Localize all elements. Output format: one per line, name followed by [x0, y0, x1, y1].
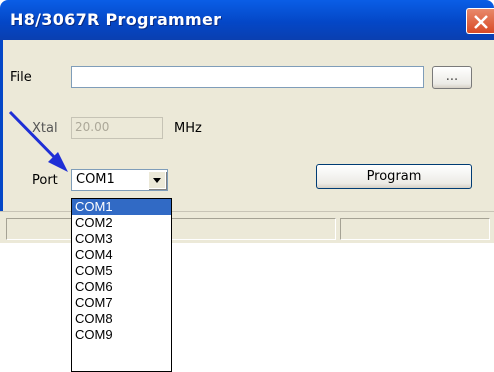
port-select-dropdown-button[interactable]: [148, 171, 166, 189]
xtal-label: Xtal: [32, 121, 58, 136]
window-title: H8/3067R Programmer: [10, 10, 222, 29]
status-pane-secondary: [340, 218, 490, 240]
port-option-com1[interactable]: COM1: [72, 199, 171, 215]
browse-button[interactable]: ...: [432, 66, 472, 89]
port-option-com8[interactable]: COM8: [72, 311, 171, 327]
chevron-down-icon: [153, 178, 161, 183]
port-dropdown-list: COM1 COM2 COM3 COM4 COM5 COM6 COM7 COM8 COM9: [71, 198, 172, 372]
port-select-value: COM1: [76, 172, 115, 187]
close-button[interactable]: [466, 8, 494, 34]
port-option-com3[interactable]: COM3: [72, 231, 171, 247]
port-option-com6[interactable]: COM6: [72, 279, 171, 295]
port-select[interactable]: COM1: [71, 169, 168, 191]
port-option-com5[interactable]: COM5: [72, 263, 171, 279]
file-label: File: [10, 70, 32, 85]
port-option-com7[interactable]: COM7: [72, 295, 171, 311]
port-option-com2[interactable]: COM2: [72, 215, 171, 231]
title-bar[interactable]: H8/3067R Programmer: [0, 0, 494, 40]
port-option-com9[interactable]: COM9: [72, 327, 171, 343]
port-option-com4[interactable]: COM4: [72, 247, 171, 263]
port-label: Port: [32, 173, 58, 188]
xtal-unit-label: MHz: [174, 121, 202, 136]
program-button[interactable]: Program: [316, 164, 472, 189]
file-path-input[interactable]: [71, 66, 424, 88]
close-icon: [474, 15, 488, 29]
xtal-input: 20.00: [71, 117, 163, 139]
